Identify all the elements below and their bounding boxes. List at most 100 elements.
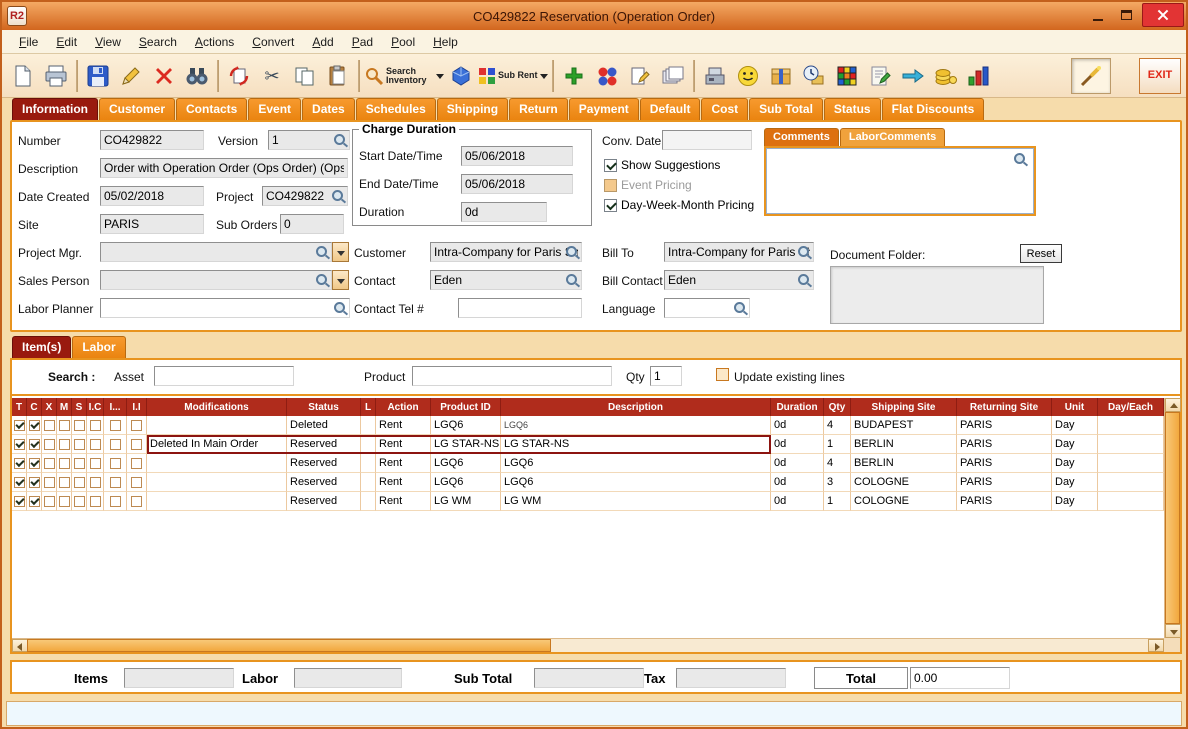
project-mgr-dropdown-button[interactable] — [332, 242, 349, 262]
tab-return[interactable]: Return — [509, 98, 568, 120]
minimize-button[interactable] — [1086, 5, 1110, 25]
row-checkbox[interactable] — [110, 458, 121, 469]
document-folder-box[interactable] — [830, 266, 1044, 324]
calendar-cards-button[interactable] — [657, 58, 689, 94]
dollar-transfer-button[interactable] — [897, 58, 929, 94]
tab-labor[interactable]: Labor — [72, 336, 125, 358]
menu-search[interactable]: Search — [130, 32, 186, 52]
search-inventory-button[interactable]: Search Inventory — [364, 58, 444, 94]
date-created-field[interactable] — [100, 186, 204, 206]
row-checkbox[interactable] — [74, 420, 85, 431]
scroll-down-button[interactable] — [1165, 624, 1181, 638]
row-checkbox[interactable] — [29, 496, 40, 507]
print-button[interactable] — [40, 58, 72, 94]
scroll-right-button[interactable] — [1148, 639, 1164, 652]
row-checkbox[interactable] — [44, 496, 55, 507]
tab-items[interactable]: Item(s) — [12, 336, 71, 358]
table-row[interactable]: ReservedRentLGQ6LGQ60d4BERLINPARISDay — [12, 454, 1164, 473]
menu-view[interactable]: View — [86, 32, 130, 52]
package-button[interactable] — [765, 58, 797, 94]
column-header-s[interactable]: S — [72, 398, 87, 416]
row-checkbox[interactable] — [74, 458, 85, 469]
column-header-duration[interactable]: Duration — [771, 398, 824, 416]
row-checkbox[interactable] — [44, 458, 55, 469]
column-header-x[interactable]: X — [42, 398, 57, 416]
delete-button[interactable] — [148, 58, 180, 94]
edit-pencil-button[interactable] — [115, 58, 147, 94]
row-checkbox[interactable] — [90, 420, 101, 431]
project-mgr-field[interactable] — [100, 242, 332, 262]
row-checkbox[interactable] — [110, 496, 121, 507]
copy-pages-button[interactable] — [289, 58, 321, 94]
language-search-icon[interactable] — [733, 301, 748, 316]
column-header-c[interactable]: C — [27, 398, 42, 416]
column-header-modifications[interactable]: Modifications — [147, 398, 287, 416]
tab-cost[interactable]: Cost — [701, 98, 748, 120]
new-document-button[interactable] — [7, 58, 39, 94]
show-suggestions-box-icon[interactable] — [604, 159, 617, 172]
event-pricing-box-icon[interactable] — [604, 179, 617, 192]
menu-pool[interactable]: Pool — [382, 32, 424, 52]
scroll-up-button[interactable] — [1165, 398, 1181, 412]
tab-sub-total[interactable]: Sub Total — [749, 98, 823, 120]
column-header-m[interactable]: M — [57, 398, 72, 416]
row-checkbox[interactable] — [90, 477, 101, 488]
bill-to-search-icon[interactable] — [797, 245, 812, 260]
row-checkbox[interactable] — [131, 458, 142, 469]
row-checkbox[interactable] — [74, 439, 85, 450]
column-header-shipping-site[interactable]: Shipping Site — [851, 398, 957, 416]
column-header-status[interactable]: Status — [287, 398, 361, 416]
row-checkbox[interactable] — [90, 439, 101, 450]
day-week-month-checkbox[interactable]: Day-Week-Month Pricing — [604, 198, 754, 212]
number-field[interactable] — [100, 130, 204, 150]
row-checkbox[interactable] — [44, 439, 55, 450]
horizontal-scroll-thumb[interactable] — [27, 639, 551, 652]
menu-file[interactable]: File — [10, 32, 47, 52]
column-header-l[interactable]: L — [361, 398, 376, 416]
column-header-i-[interactable]: I... — [104, 398, 127, 416]
find-binoculars-button[interactable] — [181, 58, 213, 94]
update-lines-checkbox[interactable] — [716, 368, 729, 381]
menu-actions[interactable]: Actions — [186, 32, 243, 52]
vertical-scroll-thumb[interactable] — [1165, 412, 1180, 624]
tab-schedules[interactable]: Schedules — [356, 98, 436, 120]
column-header-unit[interactable]: Unit — [1052, 398, 1098, 416]
menu-convert[interactable]: Convert — [243, 32, 303, 52]
total-field[interactable] — [910, 667, 1010, 689]
column-header-i-i[interactable]: I.I — [127, 398, 147, 416]
maximize-button[interactable] — [1114, 5, 1138, 25]
show-suggestions-checkbox[interactable]: Show Suggestions — [604, 158, 720, 172]
time-clock-button[interactable] — [798, 58, 830, 94]
group-balls-button[interactable] — [591, 58, 623, 94]
table-row[interactable]: ReservedRentLG WMLG WM0d1COLOGNEPARISDay — [12, 492, 1164, 511]
row-checkbox[interactable] — [59, 458, 70, 469]
table-row[interactable]: Deleted In Main OrderReservedRentLG STAR… — [12, 435, 1164, 454]
bill-contact-field[interactable] — [664, 270, 814, 290]
bill-to-field[interactable] — [664, 242, 814, 262]
event-pricing-checkbox[interactable]: Event Pricing — [604, 178, 692, 192]
bill-contact-search-icon[interactable] — [797, 273, 812, 288]
column-header-qty[interactable]: Qty — [824, 398, 851, 416]
description-field[interactable] — [100, 158, 348, 178]
site-printer-button[interactable] — [699, 58, 731, 94]
duration-field[interactable] — [461, 202, 547, 222]
row-checkbox[interactable] — [14, 458, 25, 469]
row-checkbox[interactable] — [110, 439, 121, 450]
contact-field[interactable] — [430, 270, 582, 290]
project-search-icon[interactable] — [331, 189, 346, 204]
row-checkbox[interactable] — [59, 420, 70, 431]
menu-edit[interactable]: Edit — [47, 32, 86, 52]
rubiks-cube-button[interactable] — [831, 58, 863, 94]
tab-contacts[interactable]: Contacts — [176, 98, 247, 120]
row-checkbox[interactable] — [74, 477, 85, 488]
tab-labor-comments[interactable]: LaborComments — [840, 128, 945, 146]
column-header-day-each[interactable]: Day/Each — [1098, 398, 1164, 416]
menu-add[interactable]: Add — [303, 32, 342, 52]
horizontal-scrollbar[interactable] — [12, 638, 1164, 652]
tab-shipping[interactable]: Shipping — [437, 98, 508, 120]
dropdown-arrow-icon[interactable] — [540, 74, 548, 83]
vertical-scrollbar[interactable] — [1164, 398, 1180, 638]
comments-box[interactable] — [764, 146, 1036, 216]
smiley-button[interactable] — [732, 58, 764, 94]
customer-search-icon[interactable] — [565, 245, 580, 260]
